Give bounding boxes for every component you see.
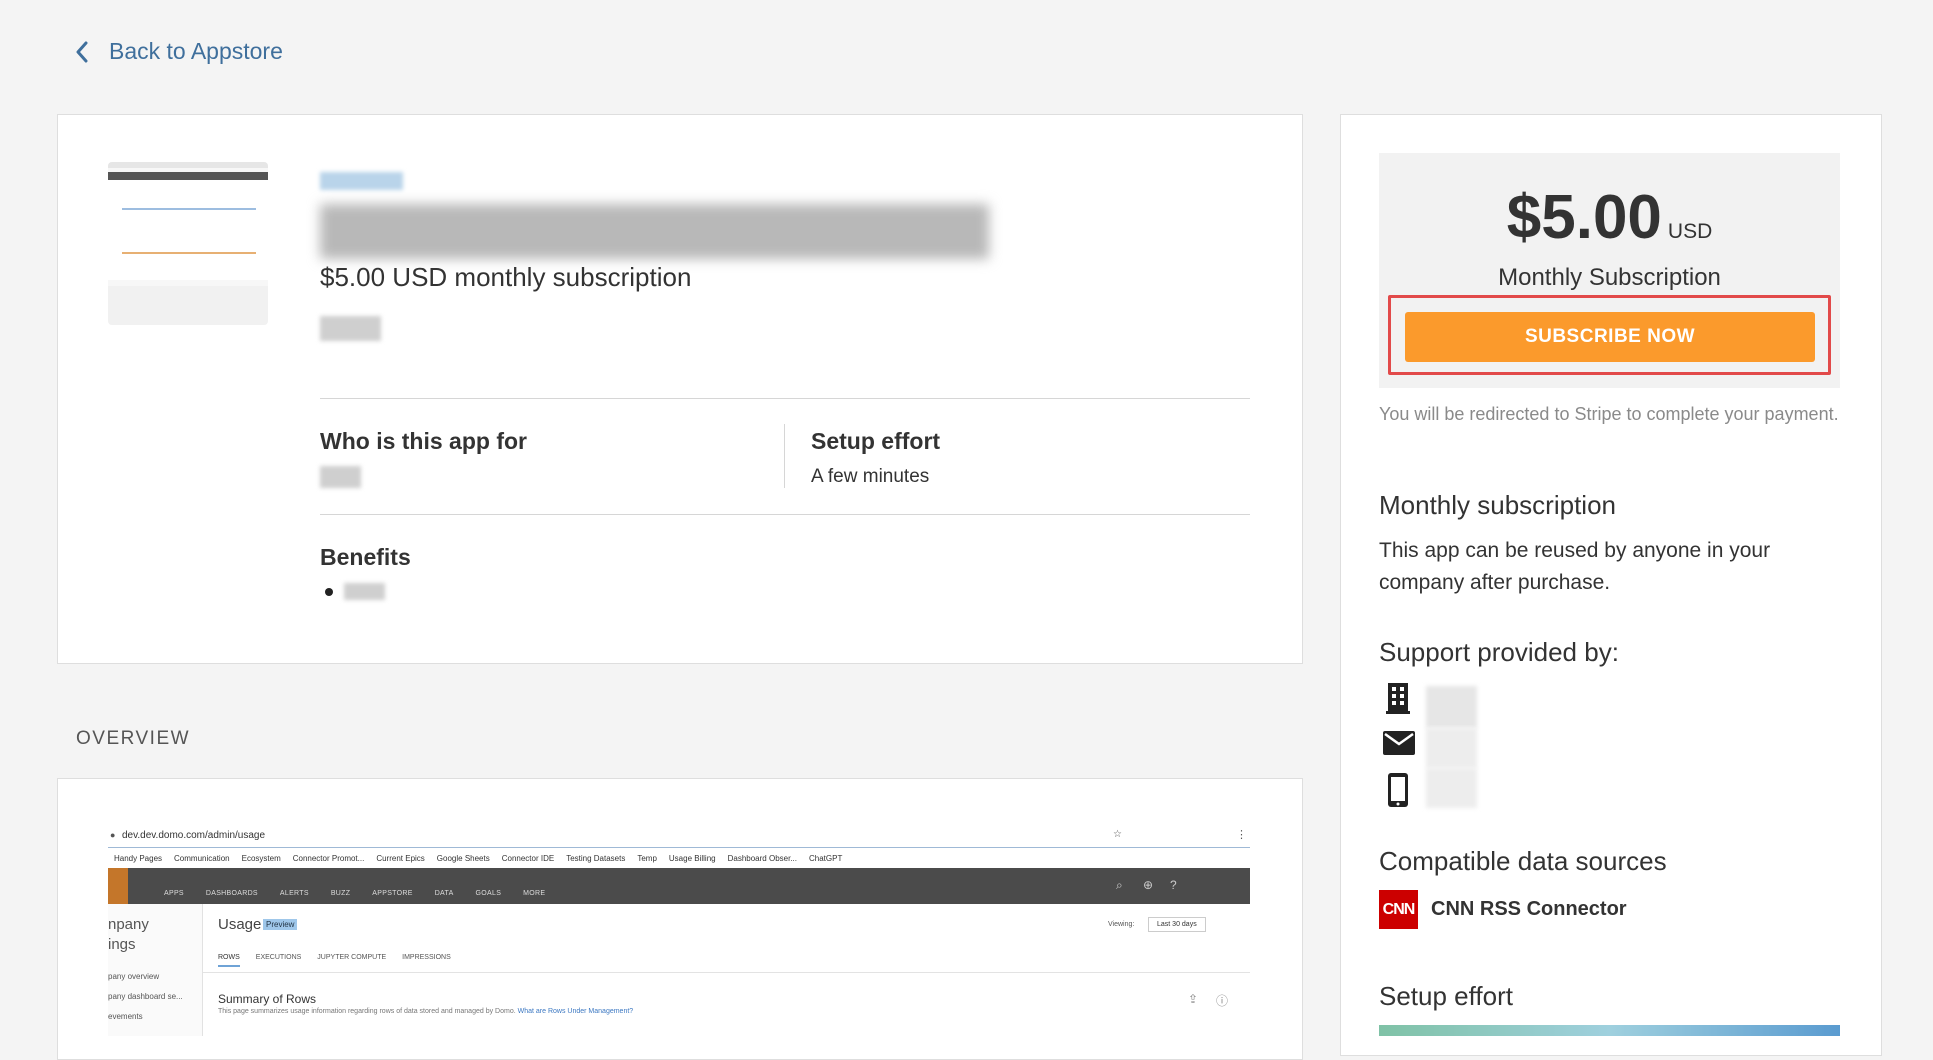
info-icon[interactable]: ⓘ bbox=[1216, 992, 1228, 1009]
date-range-select[interactable]: Last 30 days bbox=[1148, 917, 1206, 932]
support-email-blurred[interactable] bbox=[1426, 728, 1477, 768]
compatible-source-name: CNN RSS Connector bbox=[1431, 898, 1627, 920]
benefit-item-blurred bbox=[344, 583, 385, 600]
tab-rows[interactable]: ROWS bbox=[218, 954, 240, 967]
divider bbox=[320, 398, 1250, 399]
bookmark-item[interactable]: Usage Billing bbox=[669, 854, 716, 863]
nav-alerts[interactable]: ALERTS bbox=[280, 890, 309, 897]
viewing-label: Viewing: bbox=[1108, 921, 1135, 928]
nav-buzz[interactable]: BUZZ bbox=[331, 890, 350, 897]
bookmark-item[interactable]: Temp bbox=[637, 854, 657, 863]
app-thumbnail[interactable] bbox=[108, 162, 268, 325]
nav-more[interactable]: MORE bbox=[523, 890, 545, 897]
nav-dashboards[interactable]: DASHBOARDS bbox=[206, 890, 258, 897]
bookmark-item[interactable]: ChatGPT bbox=[809, 854, 842, 863]
support-phone-blurred[interactable] bbox=[1426, 768, 1477, 808]
sidebar-item[interactable]: pany overview bbox=[108, 972, 159, 981]
nav-data[interactable]: DATA bbox=[435, 890, 454, 897]
preview-badge: Preview bbox=[263, 919, 298, 930]
bookmark-item[interactable]: Communication bbox=[174, 854, 230, 863]
summary-link[interactable]: What are Rows Under Management? bbox=[518, 1008, 634, 1015]
bookmark-item[interactable]: Current Epics bbox=[376, 854, 424, 863]
sidebar-setup-effort-heading: Setup effort bbox=[1379, 981, 1513, 1011]
menu-dots-icon: ⋮ bbox=[1236, 829, 1247, 841]
bookmark-item[interactable]: Testing Datasets bbox=[566, 854, 625, 863]
who-heading: Who is this app for bbox=[320, 428, 527, 454]
rating-blurred bbox=[320, 316, 381, 341]
tab-executions[interactable]: EXECUTIONS bbox=[256, 954, 302, 967]
divider bbox=[320, 514, 1250, 515]
tab-impressions[interactable]: IMPRESSIONS bbox=[402, 954, 451, 967]
back-link-label: Back to Appstore bbox=[109, 38, 283, 64]
bookmark-item[interactable]: Ecosystem bbox=[242, 854, 281, 863]
support-company-blurred bbox=[1426, 686, 1477, 728]
domo-logo bbox=[108, 868, 128, 904]
nav-appstore[interactable]: APPSTORE bbox=[372, 890, 412, 897]
benefits-heading: Benefits bbox=[320, 544, 411, 570]
category-tag-blurred bbox=[320, 172, 403, 190]
column-divider bbox=[784, 424, 785, 488]
price-currency: USD bbox=[1667, 220, 1713, 243]
add-icon[interactable]: ⊕ bbox=[1143, 878, 1153, 892]
bookmark-item[interactable]: Google Sheets bbox=[437, 854, 490, 863]
bookmark-item[interactable]: Dashboard Obser... bbox=[728, 854, 797, 863]
price-display: $5.00 USD bbox=[1379, 182, 1840, 253]
help-icon[interactable]: ? bbox=[1170, 878, 1177, 892]
monthly-subscription-text: This app can be reused by anyone in your… bbox=[1379, 539, 1771, 594]
setup-value: A few minutes bbox=[811, 466, 930, 487]
page-title: Usage bbox=[218, 916, 262, 933]
bookmark-item[interactable]: Connector IDE bbox=[502, 854, 554, 863]
screenshot-url: dev.dev.domo.com/admin/usage bbox=[122, 830, 266, 841]
support-heading: Support provided by: bbox=[1379, 637, 1619, 667]
nav-goals[interactable]: GOALS bbox=[476, 890, 502, 897]
lock-icon: ● bbox=[110, 830, 116, 840]
summary-title: Summary of Rows bbox=[218, 992, 317, 1006]
monthly-subscription-heading: Monthly subscription bbox=[1379, 490, 1616, 520]
compatible-sources-heading: Compatible data sources bbox=[1379, 846, 1667, 876]
sidebar-heading-line2: ings bbox=[108, 936, 136, 953]
compatible-source-item[interactable]: CNN CNN RSS Connector bbox=[1379, 890, 1627, 929]
chevron-left-icon bbox=[75, 41, 89, 63]
star-icon: ☆ bbox=[1113, 829, 1122, 840]
back-to-appstore-link[interactable]: Back to Appstore bbox=[75, 38, 283, 65]
overview-screenshot[interactable]: ● dev.dev.domo.com/admin/usage ☆ ⋮ Handy… bbox=[108, 826, 1250, 1036]
summary-description: This page summarizes usage information r… bbox=[218, 1008, 516, 1015]
app-title-blurred bbox=[320, 204, 989, 259]
sidebar-item[interactable]: pany dashboard se... bbox=[108, 992, 183, 1001]
mail-icon bbox=[1382, 730, 1416, 761]
price-amount: $5.00 bbox=[1506, 183, 1662, 252]
setup-effort-graphic bbox=[1379, 1025, 1840, 1036]
tab-jupyter-compute[interactable]: JUPYTER COMPUTE bbox=[317, 954, 386, 967]
subscribe-now-button[interactable]: SUBSCRIBE NOW bbox=[1405, 312, 1815, 362]
overview-label: OVERVIEW bbox=[76, 728, 191, 749]
who-value-blurred bbox=[320, 466, 361, 488]
building-icon bbox=[1384, 681, 1412, 720]
search-icon[interactable]: ⌕ bbox=[1116, 878, 1123, 893]
sidebar-item[interactable]: evements bbox=[108, 1012, 143, 1021]
app-subtitle: $5.00 USD monthly subscription bbox=[320, 262, 692, 292]
share-icon[interactable]: ⇪ bbox=[1188, 992, 1198, 1006]
cnn-logo: CNN bbox=[1379, 890, 1418, 929]
bullet bbox=[325, 588, 333, 596]
nav-apps[interactable]: APPS bbox=[164, 890, 184, 897]
phone-icon bbox=[1386, 772, 1410, 813]
bookmark-item[interactable]: Connector Promot... bbox=[293, 854, 365, 863]
bookmark-item[interactable]: Handy Pages bbox=[114, 854, 162, 863]
sidebar-heading-line1: npany bbox=[108, 916, 149, 933]
redirect-note: You will be redirected to Stripe to comp… bbox=[1379, 404, 1839, 424]
price-label: Monthly Subscription bbox=[1498, 264, 1721, 291]
setup-heading: Setup effort bbox=[811, 428, 941, 454]
